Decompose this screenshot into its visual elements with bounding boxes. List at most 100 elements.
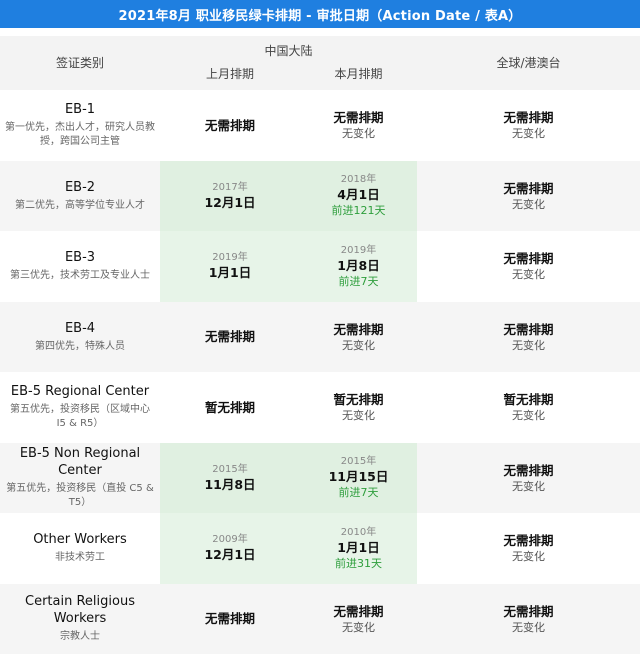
global-cell: 无需排期无变化 [417, 584, 640, 654]
category-cell: Other Workers非技术劳工 [0, 513, 160, 584]
table-body: EB-1第一优先，杰出人才，研究人员教授，跨国公司主管无需排期无需排期无变化无需… [0, 90, 640, 654]
category-name: EB-3 [65, 249, 95, 266]
global-cell: 暂无排期无变化 [417, 372, 640, 443]
curr-status: 无变化 [342, 620, 375, 635]
header-china-curr: 本月排期 [300, 65, 417, 82]
category-desc: 宗教人士 [56, 630, 104, 644]
category-desc: 第三优先，技术劳工及专业人士 [6, 269, 154, 283]
category-name: EB-2 [65, 179, 95, 196]
prev-date: 11月8日 [204, 476, 255, 493]
global-status: 无变化 [512, 408, 545, 423]
global-cell: 无需排期无变化 [417, 161, 640, 232]
curr-date: 1月1日 [337, 539, 379, 556]
prev-year: 2009年 [212, 533, 247, 546]
global-date: 无需排期 [503, 250, 553, 267]
curr-date: 无需排期 [333, 321, 383, 338]
prev-date: 12月1日 [204, 546, 255, 563]
category-desc: 第五优先，投资移民（区域中心 I5 & R5） [0, 403, 160, 431]
curr-advance: 前进7天 [339, 274, 379, 289]
table-row: EB-3第三优先，技术劳工及专业人士2019年1月1日2019年1月8日前进7天… [0, 231, 640, 302]
global-cell: 无需排期无变化 [417, 231, 640, 302]
china-curr-cell: 无需排期无变化 [300, 90, 417, 161]
table-row: EB-1第一优先，杰出人才，研究人员教授，跨国公司主管无需排期无需排期无变化无需… [0, 90, 640, 161]
global-status: 无变化 [512, 620, 545, 635]
china-curr-cell: 无需排期无变化 [300, 584, 417, 654]
prev-year: 2015年 [212, 463, 247, 476]
prev-date: 暂无排期 [205, 399, 255, 416]
header-global: 全球/港澳台 [417, 54, 640, 71]
global-date: 无需排期 [503, 462, 553, 479]
china-prev-cell: 暂无排期 [160, 372, 300, 443]
title-gap [0, 28, 640, 36]
global-cell: 无需排期无变化 [417, 443, 640, 514]
global-date: 无需排期 [503, 109, 553, 126]
global-cell: 无需排期无变化 [417, 302, 640, 373]
category-cell: EB-1 第一优先，杰出人才，研究人员教授，跨国公司主管 [0, 90, 160, 161]
curr-date: 11月15日 [329, 468, 389, 485]
category-cell: EB-3 第三优先，技术劳工及专业人士 [0, 231, 160, 302]
category-name: EB-5 Non Regional Center [0, 445, 160, 479]
curr-year: 2018年 [341, 173, 376, 186]
global-date: 无需排期 [503, 603, 553, 620]
prev-year: 2019年 [212, 251, 247, 264]
table-row: EB-2第二优先，高等学位专业人才2017年12月1日2018年4月1日前进12… [0, 161, 640, 232]
category-name: Other Workers [33, 531, 127, 548]
prev-date: 12月1日 [204, 194, 255, 211]
global-status: 无变化 [512, 549, 545, 564]
curr-year: 2010年 [341, 526, 376, 539]
table-header: 签证类别 中国大陆 上月排期 本月排期 全球/港澳台 [0, 36, 640, 90]
category-cell: EB-5 Non Regional Center 第五优先，投资移民（直投 C5 … [0, 443, 160, 514]
curr-status: 无变化 [342, 126, 375, 141]
curr-advance: 前进31天 [335, 556, 382, 571]
category-cell: EB-4 第四优先，特殊人员 [0, 302, 160, 373]
curr-advance: 前进7天 [339, 485, 379, 500]
prev-date: 无需排期 [205, 117, 255, 134]
category-cell: EB-2第二优先，高等学位专业人才 [0, 161, 160, 232]
curr-date: 无需排期 [333, 109, 383, 126]
curr-date: 4月1日 [337, 186, 379, 203]
global-status: 无变化 [512, 479, 545, 494]
page-title: 2021年8月 职业移民绿卡排期 - 审批日期（Action Date / 表A… [0, 0, 640, 28]
global-date: 无需排期 [503, 532, 553, 549]
china-prev-cell: 2009年12月1日 [160, 513, 300, 584]
curr-date: 1月8日 [337, 257, 379, 274]
prev-date: 1月1日 [209, 264, 251, 281]
china-prev-cell: 2017年12月1日 [160, 161, 300, 232]
table-row: Other Workers非技术劳工2009年12月1日2010年1月1日前进3… [0, 513, 640, 584]
category-name: EB-1 [65, 101, 95, 118]
header-china-group: 中国大陆 [160, 42, 417, 59]
prev-date: 无需排期 [205, 610, 255, 627]
table-row: EB-4第四优先，特殊人员无需排期无需排期无变化无需排期无变化 [0, 302, 640, 373]
global-status: 无变化 [512, 126, 545, 141]
category-desc: 第一优先，杰出人才，研究人员教授，跨国公司主管 [0, 121, 160, 149]
category-desc: 第五优先，投资移民（直投 C5 & T5） [0, 482, 160, 510]
china-curr-cell: 2010年1月1日前进31天 [300, 513, 417, 584]
table-row: Certain Religious Workers宗教人士无需排期无需排期无变化… [0, 584, 640, 654]
global-status: 无变化 [512, 197, 545, 212]
curr-status: 无变化 [342, 408, 375, 423]
china-prev-cell: 2019年1月1日 [160, 231, 300, 302]
prev-date: 无需排期 [205, 328, 255, 345]
curr-date: 无需排期 [333, 603, 383, 620]
global-cell: 无需排期无变化 [417, 513, 640, 584]
category-name: EB-5 Regional Center [11, 383, 149, 400]
category-cell: Certain Religious Workers 宗教人士 [0, 584, 160, 654]
global-status: 无变化 [512, 338, 545, 353]
global-status: 无变化 [512, 267, 545, 282]
curr-status: 无变化 [342, 338, 375, 353]
category-desc: 第四优先，特殊人员 [31, 340, 129, 354]
china-curr-cell: 2015年11月15日前进7天 [300, 443, 417, 514]
china-curr-cell: 2019年1月8日前进7天 [300, 231, 417, 302]
category-name: EB-4 [65, 320, 95, 337]
table-row: EB-5 Non Regional Center 第五优先，投资移民（直投 C5 … [0, 443, 640, 514]
global-date: 暂无排期 [503, 391, 553, 408]
table-row: EB-5 Regional Center 第五优先，投资移民（区域中心 I5 & … [0, 372, 640, 443]
china-prev-cell: 2015年11月8日 [160, 443, 300, 514]
china-curr-cell: 2018年4月1日前进121天 [300, 161, 417, 232]
category-name: Certain Religious Workers [0, 593, 160, 627]
curr-year: 2015年 [341, 455, 376, 468]
curr-date: 暂无排期 [333, 391, 383, 408]
china-curr-cell: 暂无排期无变化 [300, 372, 417, 443]
curr-year: 2019年 [341, 244, 376, 257]
global-cell: 无需排期无变化 [417, 90, 640, 161]
